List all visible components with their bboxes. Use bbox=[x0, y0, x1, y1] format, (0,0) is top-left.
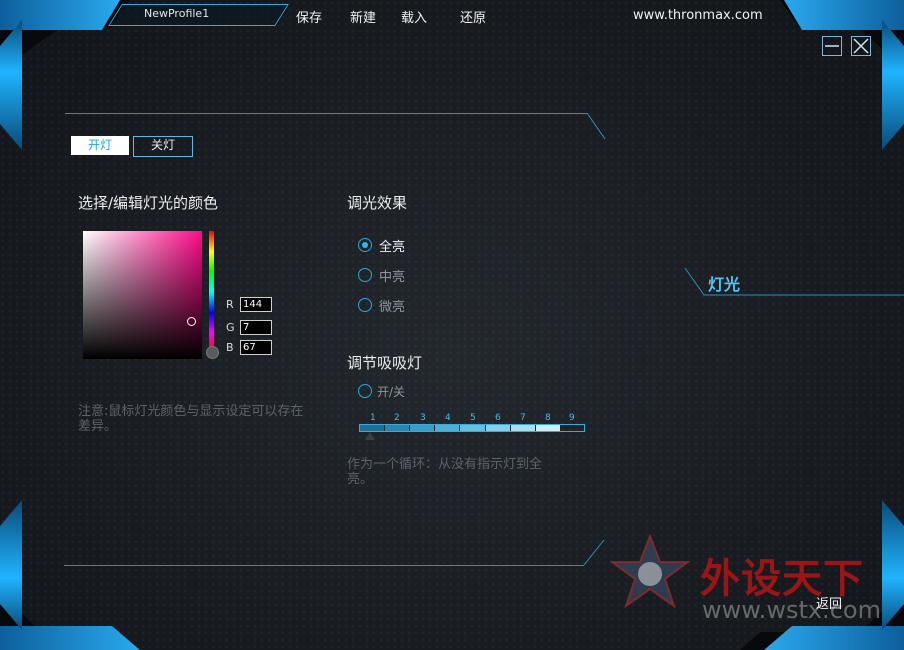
color-section-title: 选择/编辑灯光的颜色 bbox=[78, 194, 219, 212]
speed-tick: 5 bbox=[470, 413, 476, 423]
medium-brightness-radio[interactable] bbox=[358, 268, 372, 282]
color-note: 注意:鼠标灯光颜色与显示设定可以存在差异。 bbox=[78, 404, 304, 434]
divider-top bbox=[65, 113, 587, 114]
low-brightness-label[interactable]: 微亮 bbox=[379, 296, 405, 315]
breathing-toggle-radio[interactable] bbox=[358, 384, 372, 398]
breathing-note: 作为一个循环：从没有指示灯到全亮。 bbox=[347, 457, 543, 487]
divider-bottom bbox=[64, 565, 584, 566]
speed-tick: 2 bbox=[394, 413, 400, 423]
speed-tick: 8 bbox=[545, 413, 551, 423]
profile-name[interactable]: NewProfile1 bbox=[144, 7, 209, 20]
watermark-url: www.wstx.com bbox=[702, 596, 881, 624]
speed-tick: 6 bbox=[495, 413, 501, 423]
star-logo-icon bbox=[610, 534, 690, 608]
breathing-speed-thumb[interactable] bbox=[365, 432, 375, 440]
save-menu-item[interactable]: 保存 bbox=[296, 7, 322, 26]
b-label: B bbox=[226, 341, 234, 354]
medium-brightness-label[interactable]: 中亮 bbox=[379, 266, 405, 285]
g-label: G bbox=[226, 321, 235, 334]
r-input[interactable]: 144 bbox=[240, 297, 272, 312]
g-input[interactable]: 7 bbox=[240, 320, 272, 335]
minimize-button[interactable] bbox=[822, 36, 842, 56]
minimize-icon bbox=[825, 45, 839, 47]
hue-slider[interactable] bbox=[209, 231, 214, 353]
load-menu-item[interactable]: 载入 bbox=[401, 7, 427, 26]
breathing-title: 调节吸吸灯 bbox=[347, 354, 423, 372]
close-button[interactable] bbox=[851, 36, 871, 56]
color-picker-handle[interactable] bbox=[187, 317, 196, 326]
divider-bottom-slant bbox=[583, 539, 605, 566]
speed-tick: 4 bbox=[445, 413, 451, 423]
back-button[interactable]: 返回 bbox=[816, 593, 842, 612]
r-label: R bbox=[226, 298, 234, 311]
b-input[interactable]: 67 bbox=[240, 340, 272, 355]
lights-on-tab[interactable]: 开灯 bbox=[71, 136, 129, 155]
divider-top-slant bbox=[586, 112, 606, 140]
close-icon bbox=[853, 38, 869, 54]
full-brightness-radio[interactable] bbox=[358, 238, 372, 252]
hue-slider-knob[interactable] bbox=[206, 346, 219, 359]
restore-menu-item[interactable]: 还原 bbox=[460, 7, 486, 26]
lighting-side-tab[interactable]: 灯光 bbox=[708, 271, 740, 295]
dimming-title: 调光效果 bbox=[347, 194, 408, 212]
speed-tick: 7 bbox=[520, 413, 526, 423]
speed-tick: 9 bbox=[569, 413, 575, 423]
site-link[interactable]: www.thronmax.com bbox=[633, 8, 763, 23]
color-saturation-picker[interactable] bbox=[83, 231, 202, 359]
breathing-toggle-label[interactable]: 开/关 bbox=[377, 383, 405, 400]
new-menu-item[interactable]: 新建 bbox=[350, 7, 376, 26]
speed-tick: 1 bbox=[370, 413, 376, 423]
full-brightness-label[interactable]: 全亮 bbox=[379, 236, 405, 255]
breathing-speed-slider[interactable] bbox=[359, 424, 585, 432]
lights-off-tab[interactable]: 关灯 bbox=[133, 136, 193, 157]
low-brightness-radio[interactable] bbox=[358, 298, 372, 312]
speed-tick: 3 bbox=[420, 413, 426, 423]
